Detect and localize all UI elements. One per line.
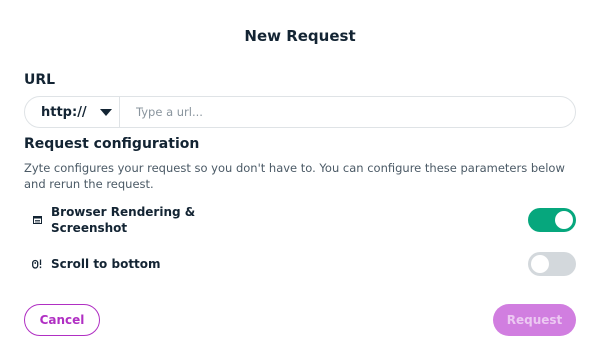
scroll-to-bottom-toggle[interactable]	[528, 252, 576, 276]
request-button[interactable]: Request	[493, 304, 576, 336]
scroll-to-bottom-label: Scroll to bottom	[51, 257, 161, 271]
dialog-title: New Request	[244, 27, 356, 45]
browser-rendering-toggle[interactable]	[528, 208, 576, 232]
url-bar: http://	[24, 96, 576, 128]
url-label: URL	[24, 72, 56, 88]
toggle-knob	[531, 255, 549, 273]
protocol-value: http://	[41, 104, 87, 120]
browser-window-icon	[30, 216, 44, 224]
option-scroll-to-bottom: Scroll to bottom	[24, 252, 576, 276]
chevron-down-icon	[99, 108, 112, 116]
request-configuration-heading: Request configuration	[24, 136, 200, 152]
protocol-dropdown[interactable]: http://	[25, 97, 120, 127]
browser-rendering-label: Browser Rendering & Screenshot	[51, 205, 196, 235]
configuration-description: Zyte configures your request so you don'…	[24, 161, 565, 191]
url-input[interactable]	[120, 97, 575, 127]
scroll-mouse-icon	[30, 259, 44, 269]
toggle-knob	[555, 211, 573, 229]
cancel-button[interactable]: Cancel	[24, 304, 100, 336]
new-request-dialog: New Request URL http:// Request configur…	[0, 0, 600, 360]
option-browser-rendering: Browser Rendering & Screenshot	[24, 204, 576, 236]
